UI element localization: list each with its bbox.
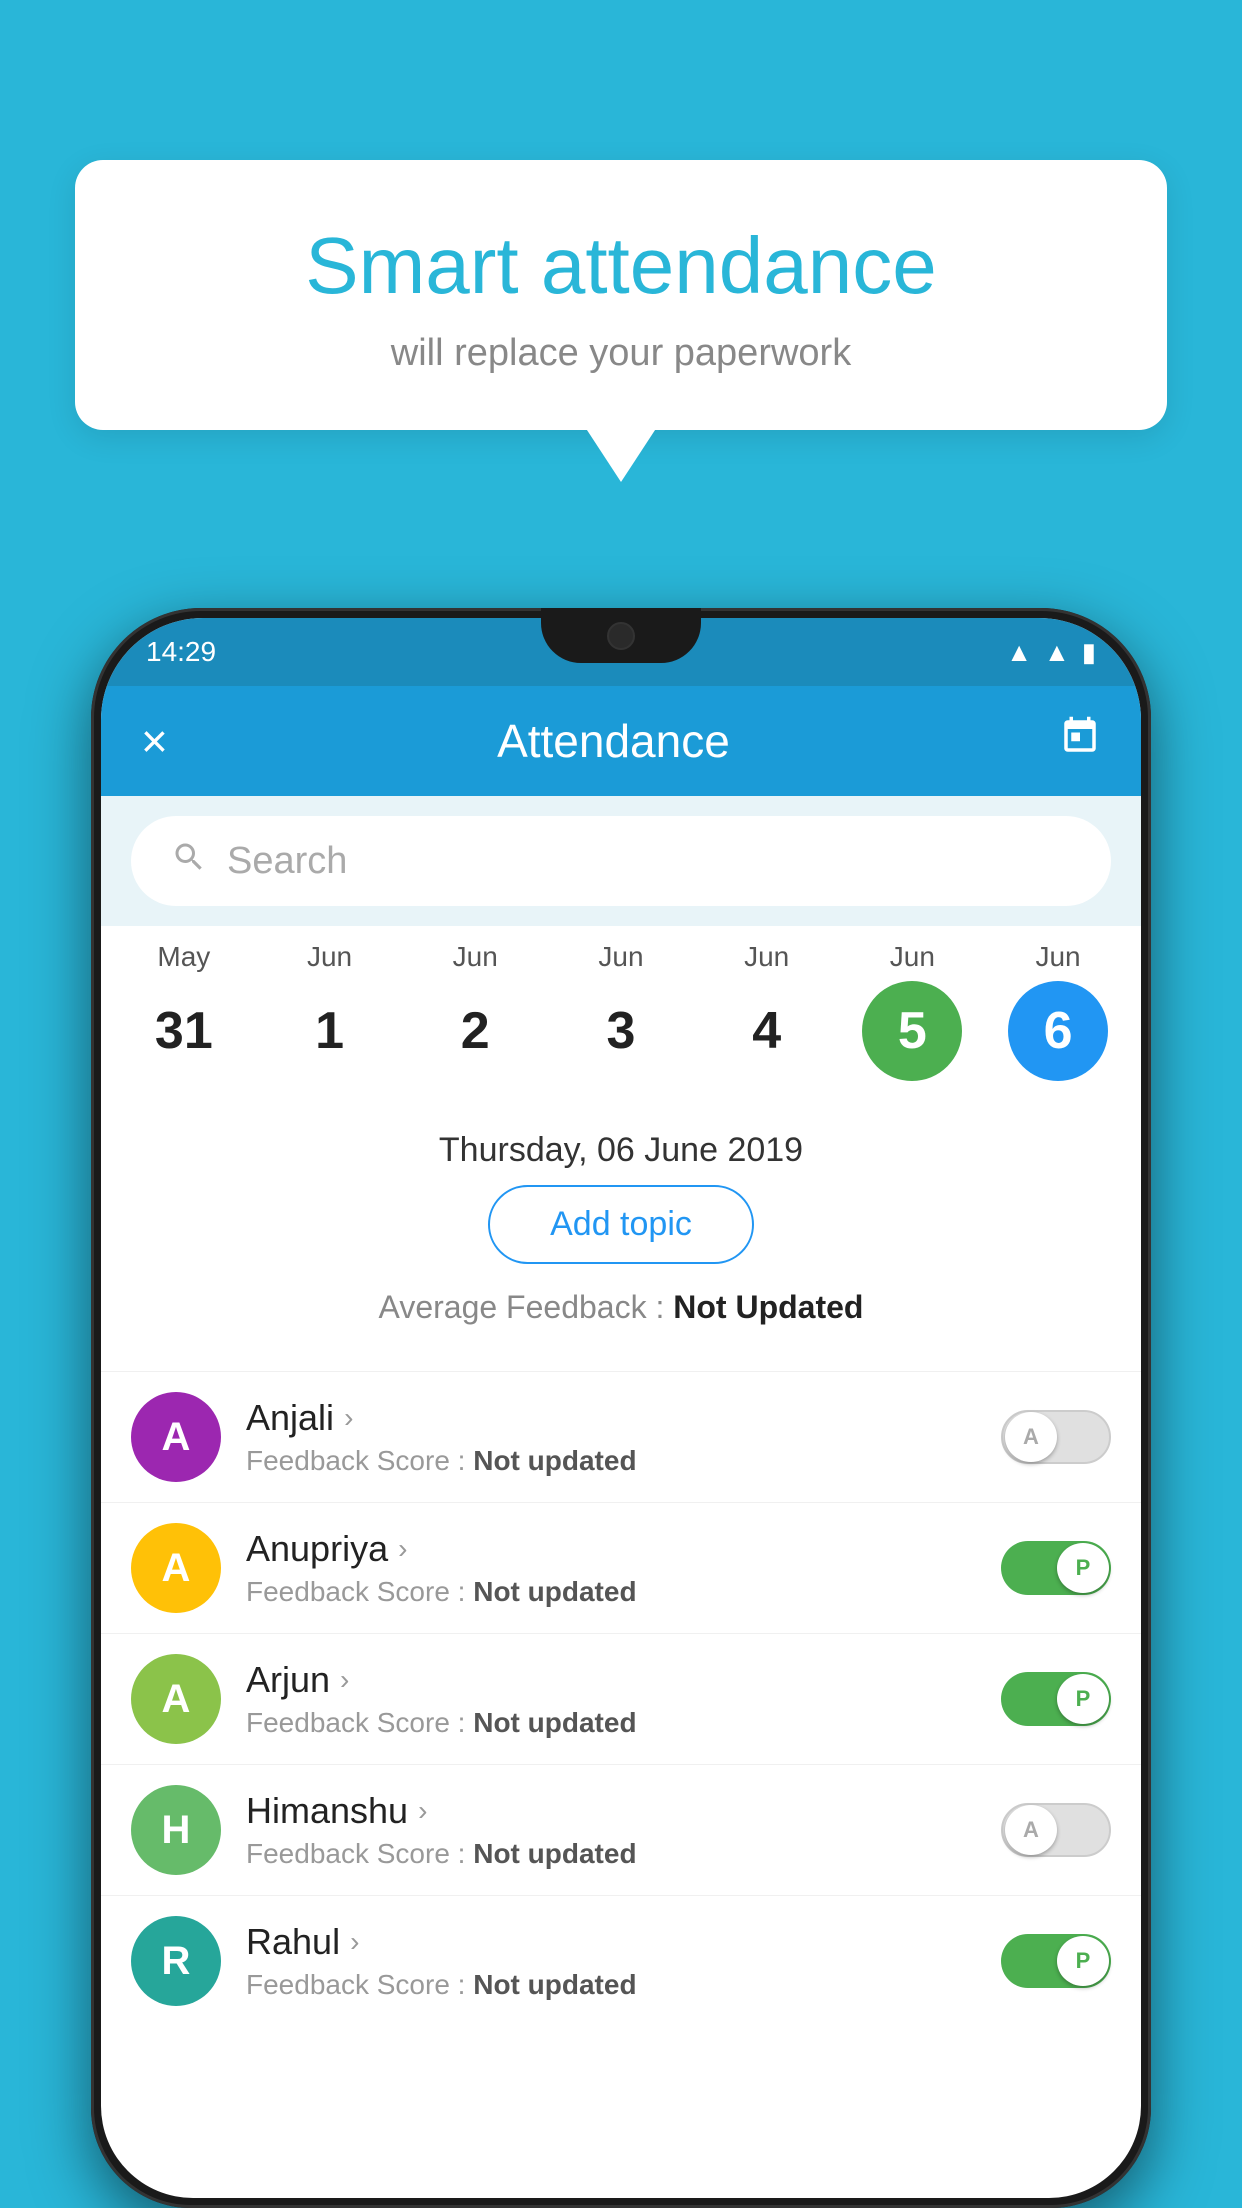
feedback-avg-label: Average Feedback : [379,1289,674,1325]
attendance-toggle[interactable]: P [1001,1541,1111,1595]
cal-date[interactable]: 4 [717,981,817,1081]
phone-screen: 14:29 ▲ ▲ ▮ × Attendance [101,618,1141,2198]
student-info: Anjali › Feedback Score : Not updated [246,1397,976,1477]
student-name: Anupriya › [246,1528,976,1570]
search-icon [171,839,207,884]
cal-date[interactable]: 6 [1008,981,1108,1081]
student-name: Himanshu › [246,1790,976,1832]
calendar-day-5[interactable]: Jun 5 [848,941,976,1081]
calendar-day-31[interactable]: May 31 [120,941,248,1081]
cal-month: Jun [453,941,498,973]
avatar: A [131,1654,221,1744]
student-info: Rahul › Feedback Score : Not updated [246,1921,976,2001]
avatar: A [131,1392,221,1482]
student-feedback: Feedback Score : Not updated [246,1445,976,1477]
chevron-icon: › [344,1402,353,1434]
calendar-icon[interactable] [1059,715,1101,767]
student-name: Anjali › [246,1397,976,1439]
feedback-avg-value: Not Updated [673,1289,863,1325]
cal-month: Jun [598,941,643,973]
calendar-day-3[interactable]: Jun 3 [557,941,685,1081]
search-placeholder: Search [227,840,347,883]
calendar-day-1[interactable]: Jun 1 [266,941,394,1081]
attendance-toggle[interactable]: A [1001,1803,1111,1857]
cal-date[interactable]: 3 [571,981,671,1081]
calendar-day-4[interactable]: Jun 4 [703,941,831,1081]
phone-camera [607,622,635,650]
student-feedback: Feedback Score : Not updated [246,1707,976,1739]
toggle-wrapper[interactable]: A [1001,1410,1111,1464]
speech-bubble-section: Smart attendance will replace your paper… [75,160,1167,430]
toggle-knob: A [1005,1805,1057,1855]
cal-month: Jun [307,941,352,973]
cal-date[interactable]: 1 [280,981,380,1081]
student-feedback: Feedback Score : Not updated [246,1576,976,1608]
avatar: A [131,1523,221,1613]
search-bar[interactable]: Search [131,816,1111,906]
header-title: Attendance [497,714,730,768]
bubble-title: Smart attendance [125,220,1117,312]
chevron-icon: › [398,1533,407,1565]
cal-month: Jun [744,941,789,973]
close-button[interactable]: × [141,714,168,768]
student-feedback: Feedback Score : Not updated [246,1838,976,1870]
main-content: Thursday, 06 June 2019 Add topic Average… [101,1091,1141,1371]
chevron-icon: › [350,1926,359,1958]
calendar-day-6[interactable]: Jun 6 [994,941,1122,1081]
status-icons: ▲ ▲ ▮ [1006,637,1096,668]
chevron-icon: › [418,1795,427,1827]
calendar-strip: May 31 Jun 1 Jun 2 Jun 3 Jun 4 Jun 5 Jun 6 [101,926,1141,1091]
student-item[interactable]: A Anjali › Feedback Score : Not updated A [101,1371,1141,1502]
status-time: 14:29 [146,636,216,668]
student-name: Arjun › [246,1659,976,1701]
student-info: Anupriya › Feedback Score : Not updated [246,1528,976,1608]
cal-date[interactable]: 2 [425,981,525,1081]
student-item[interactable]: A Anupriya › Feedback Score : Not updated P [101,1502,1141,1633]
student-list: AAnjali ›Feedback Score : Not updatedAAA… [101,1371,1141,2026]
wifi-icon: ▲ [1006,637,1032,668]
cal-month: May [157,941,210,973]
phone-frame: 14:29 ▲ ▲ ▮ × Attendance [91,608,1151,2208]
student-name: Rahul › [246,1921,976,1963]
attendance-toggle[interactable]: P [1001,1934,1111,1988]
attendance-toggle[interactable]: A [1001,1410,1111,1464]
cal-month: Jun [890,941,935,973]
toggle-knob: P [1057,1936,1109,1986]
attendance-toggle[interactable]: P [1001,1672,1111,1726]
add-topic-button[interactable]: Add topic [488,1185,754,1264]
battery-icon: ▮ [1082,637,1096,668]
student-info: Himanshu › Feedback Score : Not updated [246,1790,976,1870]
cal-date[interactable]: 31 [134,981,234,1081]
signal-icon: ▲ [1044,637,1070,668]
phone-notch [541,608,701,663]
student-item[interactable]: R Rahul › Feedback Score : Not updated P [101,1895,1141,2026]
feedback-average: Average Feedback : Not Updated [131,1289,1111,1326]
toggle-wrapper[interactable]: P [1001,1934,1111,1988]
avatar: H [131,1785,221,1875]
selected-date: Thursday, 06 June 2019 [131,1111,1111,1185]
toggle-wrapper[interactable]: A [1001,1803,1111,1857]
avatar: R [131,1916,221,2006]
toggle-knob: P [1057,1543,1109,1593]
app-header: × Attendance [101,686,1141,796]
speech-bubble: Smart attendance will replace your paper… [75,160,1167,430]
student-feedback: Feedback Score : Not updated [246,1969,976,2001]
toggle-wrapper[interactable]: P [1001,1541,1111,1595]
student-info: Arjun › Feedback Score : Not updated [246,1659,976,1739]
bubble-subtitle: will replace your paperwork [125,332,1117,375]
search-container: Search [101,796,1141,926]
cal-month: Jun [1035,941,1080,973]
calendar-day-2[interactable]: Jun 2 [411,941,539,1081]
student-item[interactable]: H Himanshu › Feedback Score : Not updated A [101,1764,1141,1895]
toggle-wrapper[interactable]: P [1001,1672,1111,1726]
toggle-knob: P [1057,1674,1109,1724]
student-item[interactable]: A Arjun › Feedback Score : Not updated P [101,1633,1141,1764]
cal-date[interactable]: 5 [862,981,962,1081]
chevron-icon: › [340,1664,349,1696]
toggle-knob: A [1005,1412,1057,1462]
phone-outer: 14:29 ▲ ▲ ▮ × Attendance [91,608,1151,2208]
